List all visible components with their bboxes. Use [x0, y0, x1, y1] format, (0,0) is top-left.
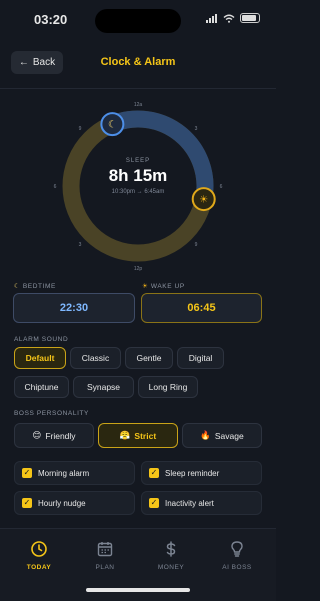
calendar-icon	[97, 542, 113, 557]
sleep-duration: 8h 15m	[108, 166, 168, 185]
angry-face-icon: 😤	[119, 430, 131, 440]
check-icon: ✓	[149, 468, 159, 478]
sound-option-synapse[interactable]: Synapse	[73, 376, 134, 398]
dial-label-right: 6	[220, 184, 223, 190]
nav-ai-boss[interactable]: AI BOSS	[209, 540, 265, 571]
dial-label-left: 6	[54, 184, 57, 190]
signal-icon	[206, 13, 218, 23]
moon-icon: ☾	[14, 283, 21, 290]
sound-option-chiptune[interactable]: Chiptune	[14, 376, 69, 398]
boss-option-savage[interactable]: 🔥 Savage	[182, 423, 262, 448]
nav-plan[interactable]: PLAN	[77, 540, 133, 571]
dial-label-bl: 3	[79, 242, 82, 248]
sound-option-classic[interactable]: Classic	[70, 347, 121, 369]
sleep-range: 10:30pm → 6:45am	[111, 189, 165, 195]
wake-handle[interactable]: ☀	[191, 187, 216, 212]
wakeup-input[interactable]: 06:45	[141, 293, 262, 323]
sun-icon: ☀	[199, 195, 208, 206]
sound-option-long-ring[interactable]: Long Ring	[138, 376, 198, 398]
dial-center: SLEEP 8h 15m 10:30pm → 6:45am	[88, 158, 188, 195]
battery-icon	[240, 13, 260, 23]
sound-option-default[interactable]: Default	[14, 347, 66, 369]
bedtime-handle[interactable]: ☾	[100, 112, 125, 137]
dial-label-tr: 3	[195, 126, 198, 132]
check-icon: ✓	[22, 498, 32, 508]
header-divider	[0, 88, 276, 89]
page-title: Clock & Alarm	[100, 56, 176, 68]
dynamic-island	[95, 9, 181, 33]
sound-option-gentle[interactable]: Gentle	[125, 347, 173, 369]
bedtime-input[interactable]: 22:30	[13, 293, 135, 323]
dial-label-top: 12a	[134, 102, 143, 108]
wakeup-label: ☀ WAKE UP	[142, 283, 185, 290]
dial-label-br: 9	[195, 242, 198, 248]
sleep-caption: SLEEP	[125, 158, 151, 164]
smile-icon: 😊	[32, 430, 42, 440]
nav-today[interactable]: TODAY	[11, 540, 67, 571]
check-icon: ✓	[149, 498, 159, 508]
sound-option-digital[interactable]: Digital	[177, 347, 224, 369]
status-time: 03:20	[34, 12, 68, 27]
toggle-inactivity-alert[interactable]: ✓ Inactivity alert	[141, 491, 262, 515]
bedtime-label: ☾ BEDTIME	[14, 283, 56, 290]
nav-money[interactable]: MONEY	[143, 540, 199, 571]
lightbulb-icon	[231, 541, 243, 557]
boss-personality-label: BOSS PERSONALITY	[14, 410, 89, 417]
clock-icon	[31, 541, 47, 557]
dial-label-bottom: 12p	[134, 266, 143, 272]
toggle-sleep-reminder[interactable]: ✓ Sleep reminder	[141, 461, 262, 485]
dollar-icon	[166, 541, 176, 557]
dial-label-tl: 9	[79, 126, 82, 132]
home-indicator	[86, 588, 190, 592]
alarm-sound-label: ALARM SOUND	[14, 336, 69, 343]
wifi-icon	[223, 14, 235, 23]
sun-icon: ☀	[142, 283, 149, 290]
boss-option-friendly[interactable]: 😊 Friendly	[14, 423, 94, 448]
toggle-morning-alarm[interactable]: ✓ Morning alarm	[14, 461, 135, 485]
toggle-hourly-nudge[interactable]: ✓ Hourly nudge	[14, 491, 135, 515]
boss-option-strict[interactable]: 😤 Strict	[98, 423, 178, 448]
moon-icon: ☾	[108, 120, 117, 131]
check-icon: ✓	[22, 468, 32, 478]
status-icons	[206, 13, 260, 23]
fire-icon: 🔥	[200, 430, 211, 440]
